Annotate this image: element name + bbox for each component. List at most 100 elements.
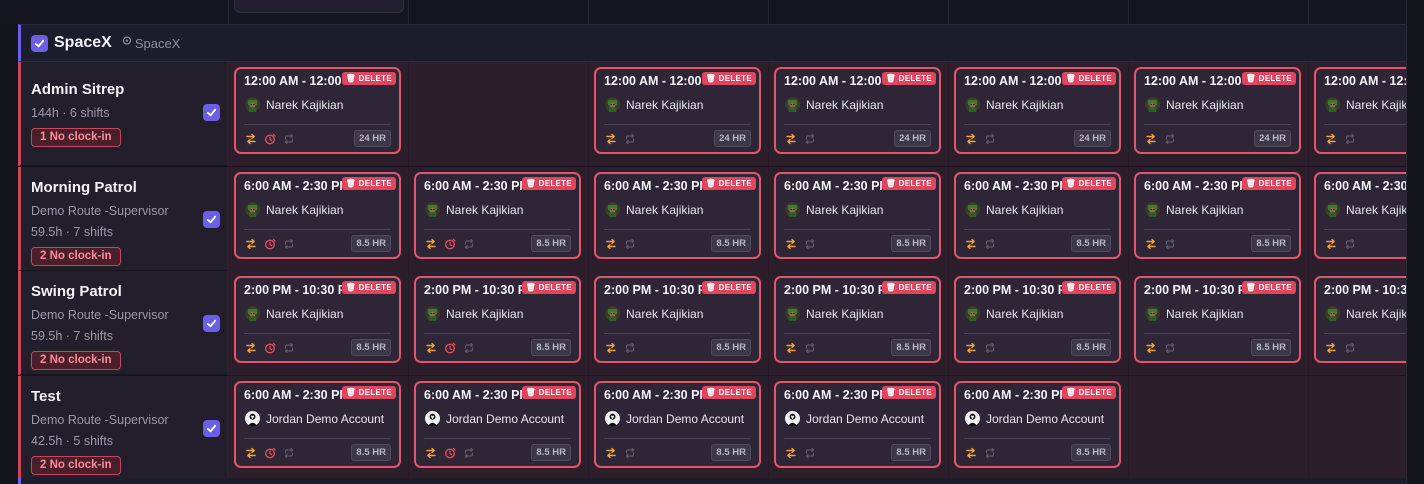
shift-card[interactable]: 6:00 AM - 2:30 PM 🗑 DELETE Jordan Demo Acc… [594,380,761,468]
repeat-icon[interactable] [984,341,996,354]
swap-icon[interactable] [965,237,977,249]
shift-card[interactable]: 2:00 PM - 10:30 PM🗑 DELETENarek Kajikian… [1314,276,1406,363]
route-select-checkbox[interactable] [203,210,220,228]
swap-icon[interactable] [1145,132,1157,145]
previous-shift-card-edge[interactable] [234,0,404,13]
shift-card[interactable]: 6:00 AM - 2:30 PM🗑 DELETENarek Kajikian8… [594,171,761,259]
swap-icon[interactable] [605,237,617,249]
shift-card[interactable]: 6:00 AM - 2:30 PM 🗑 DELETE Jordan Demo Acc… [234,380,401,468]
swap-icon[interactable] [605,132,617,145]
delete-button[interactable]: 🗑 DELETE [881,281,936,294]
delete-button[interactable]: 🗑 DELETE [521,176,576,190]
shift-card[interactable]: 6:00 AM - 2:30 PM 🗑 DELETE Jordan Demo Acc… [414,380,581,468]
delete-button[interactable]: 🗑 DELETE [1061,281,1116,294]
shift-card[interactable]: 2:00 PM - 10:30 PM🗑 DELETENarek Kajikian… [954,276,1121,363]
route-select-checkbox[interactable] [203,315,220,332]
shift-card[interactable]: 6:00 AM - 2:30 PM🗑 DELETENarek Kajikian8… [954,171,1121,259]
swap-icon[interactable] [785,132,797,145]
shift-card[interactable]: 12:00 AM - 12:00 AM🗑 DELETENarek Kajikia… [774,67,941,154]
repeat-icon[interactable] [804,446,816,458]
shift-card[interactable]: 6:00 AM - 2:30 PM🗑 DELETENarek Kajikian8… [414,171,581,259]
swap-icon[interactable] [1325,237,1337,249]
repeat-icon[interactable] [624,341,636,354]
repeat-icon[interactable] [984,132,996,145]
delete-button[interactable]: 🗑 DELETE [701,176,756,190]
delete-button[interactable]: 🗑 DELETE [341,385,396,399]
delete-button[interactable]: 🗑 DELETE [1061,385,1116,399]
delete-button[interactable]: 🗑 DELETE [881,176,936,190]
shift-card[interactable]: 12:00 AM - 12:00 AM🗑 DELETENarek Kajikia… [594,67,761,154]
repeat-icon[interactable] [1344,132,1356,145]
repeat-icon[interactable] [804,237,816,249]
swap-icon[interactable] [1325,132,1337,145]
repeat-icon[interactable] [984,446,996,458]
repeat-icon[interactable] [1164,237,1176,249]
day-cells[interactable]: 12:00 AM - 12:00 AM 🗑 DELETE Narek Kajikia… [228,62,1406,167]
swap-icon[interactable] [425,341,437,354]
scrollbar-track[interactable] [1406,0,1424,484]
delete-button[interactable]: 🗑 DELETE [1241,281,1296,294]
repeat-icon[interactable] [1164,341,1176,354]
delete-button[interactable]: 🗑 DELETE [341,72,396,85]
repeat-icon[interactable] [283,341,295,354]
repeat-icon[interactable] [1164,132,1176,145]
swap-icon[interactable] [785,237,797,249]
repeat-icon[interactable] [283,446,295,458]
repeat-icon[interactable] [984,237,996,249]
repeat-icon[interactable] [1344,341,1356,354]
day-cells[interactable]: 6:00 AM - 2:30 PM 🗑 DELETE Jordan Demo Acc… [228,375,1406,481]
shift-card[interactable]: 6:00 AM - 2:30 PM 🗑 DELETE Jordan Demo Acc… [954,380,1121,468]
shift-card[interactable]: 6:00 AM - 2:30 PM🗑 DELETENarek Kajikian8… [234,171,401,259]
shift-card[interactable]: 2:00 PM - 10:30 PM🗑 DELETENarek Kajikian… [1134,276,1301,363]
delete-button[interactable]: 🗑 DELETE [1241,176,1296,190]
repeat-icon[interactable] [1344,237,1356,249]
shift-card[interactable]: 2:00 PM - 10:30 PM🗑 DELETENarek Kajikian… [594,276,761,363]
swap-icon[interactable] [1325,341,1337,354]
repeat-icon[interactable] [804,132,816,145]
delete-button[interactable]: 🗑 DELETE [1241,72,1296,85]
swap-icon[interactable] [245,446,257,458]
repeat-icon[interactable] [283,132,295,145]
route-select-checkbox[interactable] [203,104,220,121]
delete-button[interactable]: 🗑 DELETE [881,72,936,85]
delete-button[interactable]: 🗑 DELETE [1061,72,1116,85]
repeat-icon[interactable] [463,446,475,458]
swap-icon[interactable] [605,341,617,354]
shift-card[interactable]: 2:00 PM - 10:30 PM🗑 DELETENarek Kajikian… [414,276,581,363]
swap-icon[interactable] [965,446,977,458]
shift-card[interactable]: 12:00 AM - 12:00 AM🗑 DELETENarek Kajikia… [1314,67,1406,154]
repeat-icon[interactable] [804,341,816,354]
swap-icon[interactable] [965,341,977,354]
day-cells[interactable]: 6:00 AM - 2:30 PM 🗑 DELETE Narek Kajikian 8… [228,166,1406,272]
route-select-checkbox[interactable] [203,419,220,437]
swap-icon[interactable] [245,237,257,249]
shift-card[interactable]: 6:00 AM - 2:30 PM 🗑 DELETE Jordan Demo Acc… [774,380,941,468]
delete-button[interactable]: 🗑 DELETE [521,385,576,399]
swap-icon[interactable] [1145,237,1157,249]
delete-button[interactable]: 🗑 DELETE [521,281,576,294]
swap-icon[interactable] [965,132,977,145]
shift-card[interactable]: 6:00 AM - 2:30 PM🗑 DELETENarek Kajikian8… [1314,171,1406,259]
delete-button[interactable]: 🗑 DELETE [701,385,756,399]
delete-button[interactable]: 🗑 DELETE [701,72,756,85]
repeat-icon[interactable] [463,341,475,354]
shift-card[interactable]: 12:00 AM - 12:00 AM🗑 DELETENarek Kajikia… [1134,67,1301,154]
shift-card[interactable]: 6:00 AM - 2:30 PM🗑 DELETENarek Kajikian8… [774,171,941,259]
delete-button[interactable]: 🗑 DELETE [341,176,396,190]
delete-button[interactable]: 🗑 DELETE [701,281,756,294]
shift-card[interactable]: 6:00 AM - 2:30 PM🗑 DELETENarek Kajikian8… [1134,171,1301,259]
group-select-checkbox[interactable] [31,34,48,52]
swap-icon[interactable] [425,237,437,249]
shift-card[interactable]: 12:00 AM - 12:00 AM🗑 DELETENarek Kajikia… [954,67,1121,154]
repeat-icon[interactable] [463,237,475,249]
swap-icon[interactable] [1145,341,1157,354]
repeat-icon[interactable] [283,237,295,249]
delete-button[interactable]: 🗑 DELETE [341,281,396,294]
shift-card[interactable]: 2:00 PM - 10:30 PM🗑 DELETENarek Kajikian… [774,276,941,363]
repeat-icon[interactable] [624,132,636,145]
day-cells[interactable]: 2:00 PM - 10:30 PM 🗑 DELETE Narek Kajikian… [228,271,1406,376]
swap-icon[interactable] [245,132,257,145]
swap-icon[interactable] [605,446,617,458]
repeat-icon[interactable] [624,237,636,249]
swap-icon[interactable] [245,341,257,354]
